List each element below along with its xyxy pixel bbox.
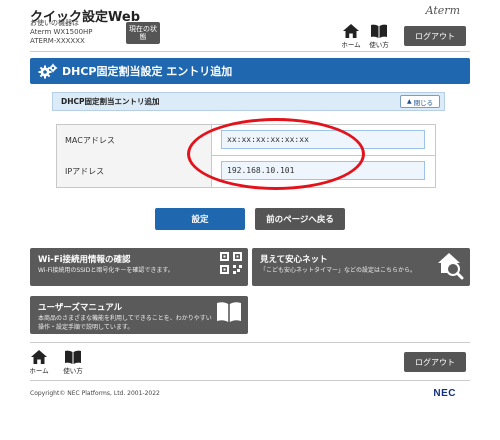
home-label: ホーム <box>341 41 361 49</box>
qr-code-icon <box>220 252 242 274</box>
entry-section-header: DHCP固定割当エントリ追加 ▲ 閉じる <box>52 92 445 111</box>
device-model: Aterm WX1500HP <box>30 28 93 36</box>
device-caption: お使いの機器は <box>30 19 79 27</box>
mac-row: MACアドレス xx:xx:xx:xx:xx:xx <box>57 125 435 156</box>
footer-manual-nav[interactable]: 使い方 <box>60 350 86 375</box>
ip-row: IPアドレス 192.168.10.101 <box>57 156 435 187</box>
header-divider <box>30 51 470 52</box>
chevron-up-icon: ▲ <box>406 98 412 105</box>
device-name: ATERM-XXXXXX <box>30 37 85 45</box>
nec-logo: NEC <box>433 388 456 399</box>
safety-net-desc: 「こども安心ネットタイマー」などの設定はこちらから。 <box>260 267 417 274</box>
manual-nav[interactable]: 使い方 <box>366 24 392 49</box>
footer-home-nav[interactable]: ホーム <box>26 350 52 375</box>
close-label: 閉じる <box>413 98 434 107</box>
status-button[interactable]: 現在の状態 <box>126 22 160 44</box>
footer-home-label: ホーム <box>29 367 49 375</box>
wifi-info-tile[interactable]: Wi-Fi接続用情報の確認 Wi-Fi接続用のSSIDと暗号化キーを確認できます… <box>30 248 248 286</box>
back-button[interactable]: 前のページへ戻る <box>255 208 345 230</box>
mac-label: MACアドレス <box>57 125 212 156</box>
footer-top-divider <box>30 342 470 343</box>
wifi-info-title: Wi-Fi接続用情報の確認 <box>38 255 131 265</box>
footer-manual-label: 使い方 <box>63 367 83 375</box>
ip-label: IPアドレス <box>57 156 212 187</box>
entry-section-title: DHCP固定割当エントリ追加 <box>61 97 160 106</box>
wifi-info-desc: Wi-Fi接続用のSSIDと暗号化キーを確認できます。 <box>38 267 174 274</box>
entry-form: MACアドレス xx:xx:xx:xx:xx:xx IPアドレス 192.168… <box>56 124 436 188</box>
safety-net-title: 見えて安心ネット <box>260 255 328 265</box>
brand-logo: Aterm <box>425 4 460 17</box>
users-manual-tile[interactable]: ユーザーズマニュアル 本商品のさまざまな機能を利用してできることを、わかりやすい… <box>30 296 248 334</box>
home-icon <box>31 350 47 364</box>
page-title: DHCP固定割当設定 エントリ追加 <box>62 65 233 78</box>
footer-bottom-divider <box>30 380 470 381</box>
open-book-icon <box>217 302 241 322</box>
home-nav[interactable]: ホーム <box>338 24 364 49</box>
logout-button[interactable]: ログアウト <box>404 26 466 46</box>
gear-icon <box>38 63 58 79</box>
ip-address-input[interactable]: 192.168.10.101 <box>221 161 425 180</box>
safety-net-tile[interactable]: 見えて安心ネット 「こども安心ネットタイマー」などの設定はこちらから。 <box>252 248 470 286</box>
mac-address-input[interactable]: xx:xx:xx:xx:xx:xx <box>221 130 425 149</box>
footer-logout-button[interactable]: ログアウト <box>404 352 466 372</box>
home-search-icon <box>438 253 464 280</box>
users-manual-desc: 本商品のさまざまな機能を利用してできることを、わかりやすい操作・設定手順で説明し… <box>38 315 212 331</box>
book-icon <box>65 350 81 364</box>
manual-label: 使い方 <box>369 41 389 49</box>
close-section-button[interactable]: ▲ 閉じる <box>400 95 440 108</box>
page-banner: DHCP固定割当設定 エントリ追加 <box>30 58 470 84</box>
home-icon <box>343 24 359 38</box>
copyright: Copyright© NEC Platforms, Ltd. 2001-2022 <box>30 390 160 397</box>
book-icon <box>371 24 387 38</box>
users-manual-title: ユーザーズマニュアル <box>38 303 123 313</box>
header: クイック設定Web お使いの機器は Aterm WX1500HP ATERM-X… <box>0 0 500 52</box>
submit-button[interactable]: 設定 <box>155 208 245 230</box>
